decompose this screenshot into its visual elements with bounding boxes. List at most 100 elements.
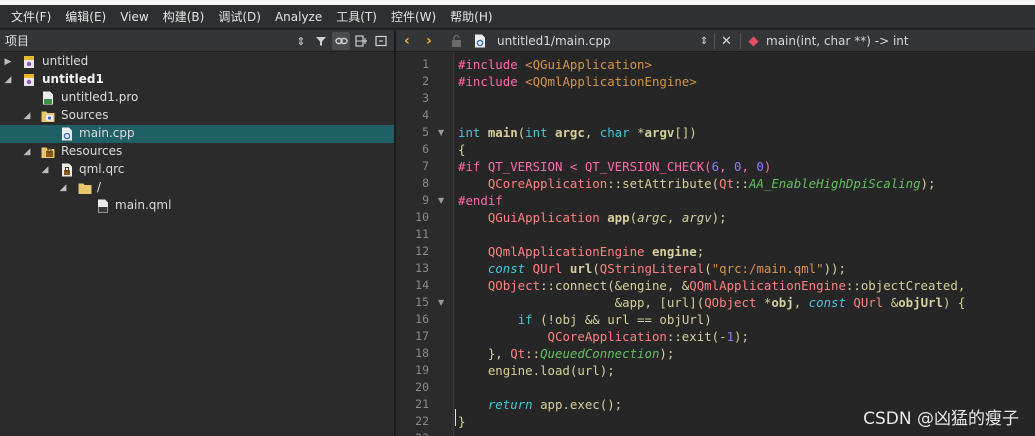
code-token: &app, [url](	[458, 295, 705, 310]
code-line: return app.exec();	[458, 396, 622, 413]
code-line: }, Qt::QueuedConnection);	[458, 345, 675, 362]
chevron-down-icon[interactable]: ◢	[58, 183, 68, 193]
code-token: [])	[674, 125, 697, 140]
sort-icon[interactable]: ⇕	[292, 32, 310, 50]
code-token: ::setAttribute(	[607, 176, 720, 191]
code-token: #include	[458, 57, 526, 72]
code-token: QUrl	[853, 295, 891, 310]
code-line: QQmlApplicationEngine engine;	[458, 243, 704, 260]
tree-item-untitled1-pro[interactable]: untitled1.pro	[0, 89, 394, 107]
tree-item-main-cpp[interactable]: main.cpp	[0, 125, 394, 143]
chevron-down-icon[interactable]: ◢	[22, 111, 32, 121]
code-token: },	[458, 346, 511, 361]
menu-file[interactable]: 文件(F)	[4, 5, 58, 29]
editor-toolbar: ‹ › untitled1/main.cpp ⇕ ✕ main(int, cha…	[396, 30, 1035, 52]
chevron-down-icon[interactable]: ◢	[22, 147, 32, 157]
tree-item-sources[interactable]: ◢ Sources	[0, 107, 394, 125]
code-token: ,	[741, 159, 757, 174]
code-token: 0	[756, 159, 764, 174]
close-icon[interactable]: ✕	[721, 30, 732, 52]
code-token: );	[659, 346, 675, 361]
close-panel-icon[interactable]	[372, 32, 390, 50]
file-dropdown-icon[interactable]: ⇕	[700, 30, 708, 52]
line-number: 18	[415, 346, 429, 360]
code-token: if	[517, 312, 541, 327]
code-line: #include <QQmlApplicationEngine>	[458, 73, 697, 90]
code-token: QQmlApplicationEngine	[689, 278, 846, 293]
code-token: ,	[584, 125, 600, 140]
chevron-down-icon[interactable]: ◢	[40, 165, 50, 175]
code-token: int	[525, 125, 555, 140]
link-icon[interactable]	[332, 32, 350, 50]
menu-view[interactable]: View	[113, 5, 155, 29]
code-token: url	[569, 261, 593, 276]
menu-bar: 文件(F) 编辑(E) View 构建(B) 调试(D) Analyze 工具(…	[0, 5, 1035, 29]
split-icon[interactable]	[352, 32, 370, 50]
tree-item-label: untitled	[42, 54, 89, 68]
code-token: QCoreApplication	[547, 329, 667, 344]
menu-debug[interactable]: 调试(D)	[211, 5, 268, 29]
code-token: *	[637, 125, 645, 140]
code-token: main	[487, 125, 518, 140]
line-number: 16	[415, 312, 429, 326]
tree-item-label: Sources	[61, 108, 109, 122]
code-token: )	[763, 159, 772, 174]
project-icon	[22, 73, 36, 87]
chevron-right-icon[interactable]: ▶	[3, 57, 13, 67]
tree-item-root-folder[interactable]: ◢ /	[0, 179, 394, 197]
code-token: ::	[525, 346, 541, 361]
open-file-label[interactable]: untitled1/main.cpp	[497, 30, 611, 52]
code-token: QUrl	[532, 261, 570, 276]
code-line: if (!obj && url == objUrl)	[458, 311, 712, 328]
menu-tools[interactable]: 工具(T)	[329, 5, 384, 29]
code-token: ::objectCreated,	[845, 278, 966, 293]
menu-analyze[interactable]: Analyze	[268, 5, 329, 29]
code-line: QCoreApplication::exit(-1);	[458, 328, 749, 345]
code-token: 1	[726, 329, 735, 344]
filter-icon[interactable]	[312, 32, 330, 50]
code-token: ,	[666, 210, 682, 225]
code-token: #endif	[458, 193, 503, 208]
tree-item-label: Resources	[61, 144, 123, 158]
code-token: objUrl	[898, 295, 943, 310]
code-token: #if QT_VERSION < QT_VERSION_CHECK(	[458, 159, 712, 174]
code-token: Qt	[510, 346, 526, 361]
back-arrow-icon[interactable]: ‹	[404, 30, 410, 52]
menu-edit[interactable]: 编辑(E)	[58, 5, 113, 29]
tree-item-untitled[interactable]: ▶ untitled	[0, 53, 394, 71]
line-number: 19	[415, 363, 429, 377]
folder-icon	[78, 181, 92, 195]
code-token: {	[458, 142, 466, 157]
fold-arrow-icon[interactable]: ▼	[438, 294, 444, 311]
code-line: #if QT_VERSION < QT_VERSION_CHECK(6, 0, …	[458, 158, 771, 175]
tree-item-untitled1[interactable]: ◢ untitled1	[0, 71, 394, 89]
code-token: QObject	[487, 278, 541, 293]
forward-arrow-icon[interactable]: ›	[426, 30, 432, 52]
chevron-down-icon[interactable]: ◢	[3, 75, 13, 85]
line-number: 10	[415, 210, 429, 224]
symbol-icon	[748, 30, 759, 52]
code-token: ::	[734, 176, 749, 191]
tree-item-main-qml[interactable]: main.qml	[0, 197, 394, 215]
code-editor[interactable]: #include <QGuiApplication> #include <QQml…	[455, 52, 1035, 436]
current-symbol-label[interactable]: main(int, char **) -> int	[766, 30, 909, 52]
menu-build[interactable]: 构建(B)	[156, 5, 212, 29]
line-number-gutter: 1234567891011121314151617181920212223▼▼▼	[396, 52, 454, 436]
code-token: const	[487, 261, 533, 276]
line-number: 15	[415, 295, 429, 309]
line-number: 14	[415, 278, 429, 292]
menu-help[interactable]: 帮助(H)	[443, 5, 499, 29]
line-number: 6	[422, 142, 429, 156]
tree-item-resources[interactable]: ◢ Resources	[0, 143, 394, 161]
line-number: 5	[422, 125, 429, 139]
code-token: argc	[637, 210, 667, 225]
tree-item-label: untitled1	[42, 72, 104, 86]
code-token: QObject	[704, 295, 764, 310]
fold-arrow-icon[interactable]: ▼	[438, 124, 444, 141]
menu-controls[interactable]: 控件(W)	[384, 5, 443, 29]
code-line: #endif	[458, 192, 503, 209]
fold-arrow-icon[interactable]: ▼	[438, 192, 444, 209]
tree-item-qml-qrc[interactable]: ◢ qml.qrc	[0, 161, 394, 179]
